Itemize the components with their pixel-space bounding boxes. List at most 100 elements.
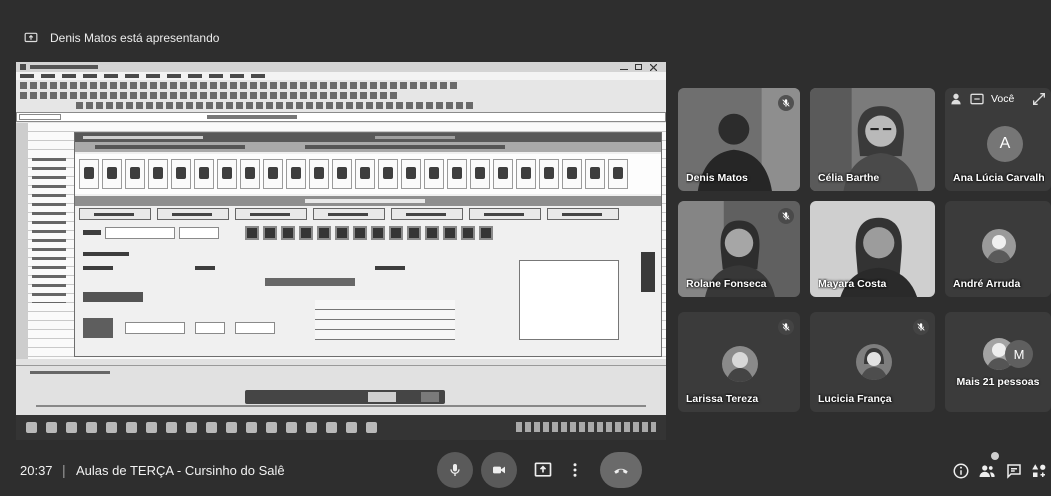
toolbar-icon[interactable] (196, 102, 203, 109)
toolbar-icon[interactable] (320, 82, 327, 89)
menu-item[interactable] (83, 74, 97, 78)
toolbar-icon[interactable] (280, 82, 287, 89)
form-input[interactable] (235, 322, 275, 334)
toolbar-icon[interactable] (466, 102, 473, 109)
toolbar-icon[interactable] (190, 82, 197, 89)
toolbar-icon[interactable] (436, 102, 443, 109)
participant-tile[interactable]: Lucicia França (810, 312, 935, 412)
toolbar-icon[interactable] (250, 92, 257, 99)
toolbar-icon[interactable] (376, 102, 383, 109)
action-icon[interactable] (317, 226, 331, 240)
formula-bar[interactable] (16, 112, 666, 122)
toolbar-icon[interactable] (260, 82, 267, 89)
toolbar-icon[interactable] (30, 92, 37, 99)
toolbar-icon[interactable] (230, 82, 237, 89)
erp-toolbar-button[interactable] (516, 159, 536, 189)
self-view-icon[interactable] (969, 91, 985, 107)
action-icon[interactable] (299, 226, 313, 240)
toolbar-icon[interactable] (150, 82, 157, 89)
minimize-icon[interactable] (620, 64, 628, 70)
toolbar-icon[interactable] (106, 102, 113, 109)
taskbar-icon[interactable] (66, 422, 77, 433)
toolbar-icon[interactable] (420, 82, 427, 89)
toolbar-icon[interactable] (340, 82, 347, 89)
toolbar-icon[interactable] (250, 82, 257, 89)
activities-button[interactable] (1028, 460, 1050, 482)
toolbar-icon[interactable] (226, 102, 233, 109)
toolbar-icon[interactable] (300, 92, 307, 99)
erp-tab[interactable] (157, 208, 229, 220)
menu-item[interactable] (41, 74, 55, 78)
present-now-button[interactable] (525, 452, 561, 488)
erp-toolbar-button[interactable] (355, 159, 375, 189)
toolbar-icon[interactable] (160, 82, 167, 89)
erp-toolbar-button[interactable] (309, 159, 329, 189)
erp-toolbar-button[interactable] (585, 159, 605, 189)
erp-tab[interactable] (469, 208, 541, 220)
toolbar-icon[interactable] (60, 82, 67, 89)
erp-toolbar-button[interactable] (148, 159, 168, 189)
toolbar-icon[interactable] (246, 102, 253, 109)
toolbar-icon[interactable] (386, 102, 393, 109)
participant-tile[interactable]: Célia Barthe (810, 88, 935, 191)
menu-item[interactable] (104, 74, 118, 78)
toolbar-icon[interactable] (140, 92, 147, 99)
toolbar-icon[interactable] (370, 92, 377, 99)
menu-item[interactable] (188, 74, 202, 78)
toolbar-icon[interactable] (170, 82, 177, 89)
toolbar-icon[interactable] (180, 92, 187, 99)
toolbar-icon[interactable] (210, 82, 217, 89)
erp-toolbar-button[interactable] (401, 159, 421, 189)
menu-item[interactable] (209, 74, 223, 78)
erp-toolbar-button[interactable] (102, 159, 122, 189)
toolbar-icon[interactable] (310, 82, 317, 89)
name-box[interactable] (19, 114, 61, 120)
toolbar-icon[interactable] (240, 82, 247, 89)
participant-tile[interactable]: Rolane Fonseca (678, 201, 800, 297)
toolbar-icon[interactable] (360, 82, 367, 89)
participant-tile[interactable]: Larissa Tereza (678, 312, 800, 412)
toolbar-icon[interactable] (166, 102, 173, 109)
taskbar-icon[interactable] (46, 422, 57, 433)
menu-item[interactable] (230, 74, 244, 78)
toolbar-icon[interactable] (270, 82, 277, 89)
erp-tab[interactable] (79, 208, 151, 220)
toolbar-icon[interactable] (440, 82, 447, 89)
taskbar-icon[interactable] (306, 422, 317, 433)
action-icon[interactable] (461, 226, 475, 240)
action-icon[interactable] (281, 226, 295, 240)
toolbar-icon[interactable] (86, 102, 93, 109)
toolbar-icon[interactable] (236, 102, 243, 109)
toolbar-icon[interactable] (210, 92, 217, 99)
toolbar-icon[interactable] (430, 82, 437, 89)
action-icon[interactable] (425, 226, 439, 240)
toolbar-icon[interactable] (76, 102, 83, 109)
toolbar-icon[interactable] (380, 82, 387, 89)
toolbar-icon[interactable] (340, 92, 347, 99)
toolbar-icon[interactable] (100, 92, 107, 99)
menu-item[interactable] (62, 74, 76, 78)
more-options-button[interactable] (563, 452, 587, 488)
form-input[interactable] (105, 227, 175, 239)
sheet-tab[interactable] (30, 371, 110, 374)
erp-tab[interactable] (547, 208, 619, 220)
toolbar-icon[interactable] (90, 92, 97, 99)
erp-toolbar-button[interactable] (286, 159, 306, 189)
taskbar-icon[interactable] (126, 422, 137, 433)
toolbar-icon[interactable] (426, 102, 433, 109)
toolbar-icon[interactable] (60, 92, 67, 99)
action-icon[interactable] (389, 226, 403, 240)
toolbar-icon[interactable] (180, 82, 187, 89)
toolbar-icon[interactable] (316, 102, 323, 109)
erp-toolbar-button[interactable] (447, 159, 467, 189)
toolbar-icon[interactable] (100, 82, 107, 89)
toolbar-icon[interactable] (350, 92, 357, 99)
toolbar-icon[interactable] (206, 102, 213, 109)
system-tray[interactable] (516, 422, 656, 432)
maximize-icon[interactable] (635, 64, 642, 70)
toolbar-icon[interactable] (330, 92, 337, 99)
erp-toolbar-button[interactable] (217, 159, 237, 189)
toolbar-icon[interactable] (116, 102, 123, 109)
toolbar-icon[interactable] (186, 102, 193, 109)
close-icon[interactable] (650, 64, 657, 71)
